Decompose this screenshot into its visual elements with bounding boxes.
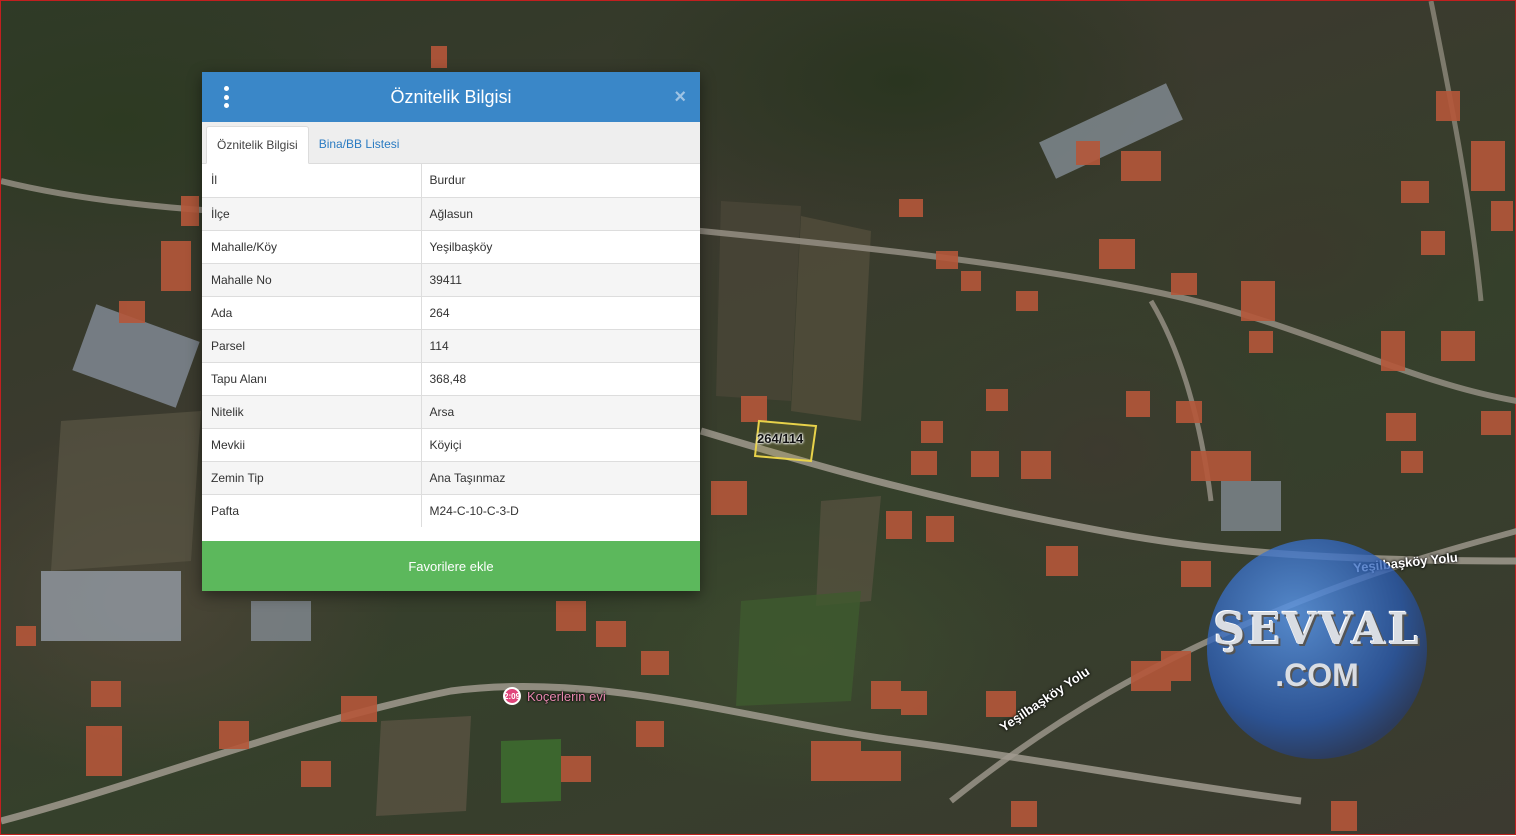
attribute-value: Ağlasun bbox=[421, 196, 700, 230]
attribute-value: 114 bbox=[421, 328, 700, 362]
table-row: Nitelik Arsa bbox=[202, 394, 700, 428]
attribute-value: Ana Taşınmaz bbox=[421, 460, 700, 494]
watermark-logo: ŞEVVAL .COM bbox=[1207, 539, 1427, 759]
attribute-value: M24-C-10-C-3-D bbox=[421, 493, 700, 527]
table-row: İl Burdur bbox=[202, 164, 700, 197]
poi-marker[interactable]: 2:09 Koçerlerin evi bbox=[503, 687, 606, 705]
table-row: Pafta M24-C-10-C-3-D bbox=[202, 493, 700, 527]
attribute-key: Nitelik bbox=[202, 394, 422, 428]
table-row: Mevkii Köyiçi bbox=[202, 427, 700, 461]
table-row: Zemin Tip Ana Taşınmaz bbox=[202, 460, 700, 494]
poi-label: Koçerlerin evi bbox=[527, 688, 606, 704]
attribute-table: İl Burdur İlçe Ağlasun Mahalle/Köy Yeşilbaşkö… bbox=[202, 164, 700, 527]
attribute-value: Yeşilbaşköy bbox=[421, 229, 700, 263]
attribute-key: Tapu Alanı bbox=[202, 361, 422, 395]
attribute-key: İlçe bbox=[202, 196, 422, 230]
attribute-key: Zemin Tip bbox=[202, 460, 422, 494]
attribute-key: Mahalle/Köy bbox=[202, 229, 422, 263]
table-row: İlçe Ağlasun bbox=[202, 196, 700, 230]
attribute-value: 39411 bbox=[421, 262, 700, 296]
table-row: Parsel 114 bbox=[202, 328, 700, 362]
attribute-value: 368,48 bbox=[421, 361, 700, 395]
kebab-menu-icon[interactable] bbox=[218, 86, 234, 108]
attribute-key: Pafta bbox=[202, 493, 422, 527]
attribute-value: Burdur bbox=[429, 173, 466, 188]
attribute-key: Mevkii bbox=[202, 427, 422, 461]
watermark-text-bottom: .COM bbox=[1275, 657, 1359, 693]
table-row: Mahalle/Köy Yeşilbaşköy bbox=[202, 229, 700, 263]
attribute-key: Ada bbox=[202, 295, 422, 329]
table-row: Tapu Alanı 368,48 bbox=[202, 361, 700, 395]
attribute-key: Parsel bbox=[202, 328, 422, 362]
add-to-favorites-button[interactable]: Favorilere ekle bbox=[202, 541, 700, 591]
watermark-text-top: ŞEVVAL bbox=[1213, 604, 1421, 655]
tab-building-list[interactable]: Bina/BB Listesi bbox=[309, 125, 410, 163]
close-icon[interactable]: × bbox=[674, 85, 686, 109]
table-row: Ada 264 bbox=[202, 295, 700, 329]
tab-attribute-info[interactable]: Öznitelik Bilgisi bbox=[206, 126, 309, 164]
attribute-value: Arsa bbox=[421, 394, 700, 428]
dialog-title: Öznitelik Bilgisi bbox=[390, 86, 512, 107]
parcel-label: 264/114 bbox=[757, 431, 804, 446]
attribute-value: Köyiçi bbox=[421, 427, 700, 461]
dialog-header: Öznitelik Bilgisi × bbox=[202, 72, 700, 122]
poi-pin-icon: 2:09 bbox=[503, 687, 521, 705]
table-row: Mahalle No 39411 bbox=[202, 262, 700, 296]
attribute-info-dialog: Öznitelik Bilgisi × Öznitelik Bilgisi Bi… bbox=[202, 72, 700, 591]
attribute-key: Mahalle No bbox=[202, 262, 422, 296]
dialog-tabs: Öznitelik Bilgisi Bina/BB Listesi bbox=[202, 122, 700, 164]
attribute-value: 264 bbox=[421, 295, 700, 329]
attribute-key: İl bbox=[202, 164, 422, 197]
